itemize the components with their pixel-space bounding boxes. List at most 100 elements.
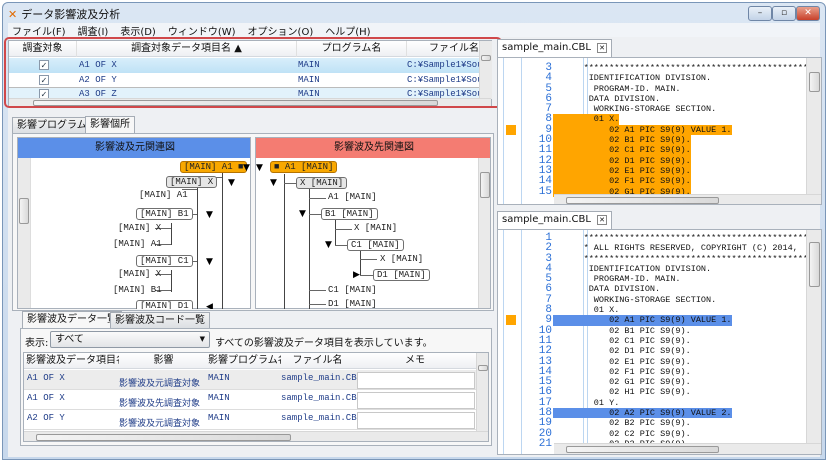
- horizontal-scrollbar[interactable]: [554, 443, 821, 454]
- code-text: 02 A2 PIC S9(9) VALUE 2.: [553, 408, 732, 419]
- code-area[interactable]: 3 **************************************…: [498, 62, 821, 197]
- collapse-icon[interactable]: ▼: [270, 179, 277, 188]
- expand-icon[interactable]: ▶: [353, 271, 360, 280]
- vertical-scrollbar[interactable]: [806, 58, 821, 194]
- memo-input[interactable]: [357, 392, 475, 409]
- vertical-scrollbar[interactable]: [806, 230, 821, 443]
- diagram-leaf[interactable]: A1 [MAIN]: [328, 192, 377, 202]
- horizontal-scrollbar[interactable]: [554, 194, 821, 204]
- tab-impact-data-list[interactable]: 影響波及データ一覧: [22, 311, 122, 328]
- diagram-leaf[interactable]: [MAIN] A1: [113, 239, 162, 249]
- bookmark-marker-icon[interactable]: [506, 124, 516, 135]
- item-name: A1 OF X: [27, 373, 65, 383]
- col-impact-item[interactable]: 影響波及データ項目名: [26, 353, 119, 369]
- chevron-down-icon: ▼: [199, 335, 205, 343]
- collapse-icon[interactable]: ▼: [243, 164, 250, 173]
- code-text: ****************************************…: [553, 233, 822, 243]
- close-button[interactable]: ✕: [796, 6, 820, 21]
- root-node[interactable]: ■ A1 [MAIN]: [270, 161, 338, 173]
- minimize-button[interactable]: –: [748, 6, 772, 21]
- memo-input[interactable]: [357, 372, 475, 389]
- root-node[interactable]: [MAIN] A1 ■: [180, 161, 248, 173]
- code-area[interactable]: 1 **************************************…: [498, 232, 821, 450]
- code-line: 6 DATA DIVISION.: [498, 284, 806, 295]
- code-text: WORKING-STORAGE SECTION.: [553, 104, 717, 115]
- table-row[interactable]: A2 OF Y 影響波及元調査対象 MAIN sample_main.CBL: [24, 410, 476, 430]
- diagram-node[interactable]: [MAIN] C1: [136, 255, 193, 267]
- editor-bottom: 1 **************************************…: [497, 229, 822, 455]
- code-line: 5 PROGRAM-ID. MAIN.: [498, 83, 806, 94]
- col-file[interactable]: ファイル名: [281, 353, 354, 369]
- close-tab-icon[interactable]: ✕: [597, 215, 607, 225]
- diagram-leaf[interactable]: [MAIN] B1: [113, 285, 162, 295]
- col-memo[interactable]: メモ: [354, 353, 476, 369]
- diagram-node[interactable]: [MAIN] X: [166, 176, 218, 188]
- code-text: ****************************************…: [553, 63, 822, 73]
- line-number: 21: [538, 437, 552, 450]
- diagram-node[interactable]: X [MAIN]: [296, 177, 348, 189]
- code-text: 02 A1 PIC S9(9) VALUE 1.: [553, 124, 732, 136]
- callout-highlight: [4, 37, 502, 108]
- diagram-leaf[interactable]: [MAIN] X: [118, 223, 161, 233]
- diagram-node[interactable]: [MAIN] D1: [136, 300, 193, 309]
- horizontal-scrollbar[interactable]: [24, 431, 488, 441]
- tab-impact-programs[interactable]: 影響プログラム: [12, 117, 92, 133]
- memo-input[interactable]: [357, 412, 475, 429]
- code-text: ****************************************…: [553, 253, 822, 264]
- code-text: WORKING-STORAGE SECTION.: [553, 294, 717, 305]
- file-name: sample_main.CBL: [281, 373, 363, 383]
- code-line: 8 01 X.: [498, 304, 806, 315]
- table-row[interactable]: A1 OF X 影響波及先調査対象 MAIN sample_main.CBL: [24, 390, 476, 410]
- code-text: 02 D1 PIC S9(9).: [553, 346, 691, 357]
- menu-help[interactable]: ヘルプ(H): [325, 23, 370, 38]
- vertical-scrollbar[interactable]: [478, 158, 490, 308]
- diagram-leaf[interactable]: X [MAIN]: [380, 254, 423, 264]
- expand-icon[interactable]: ◀: [206, 303, 213, 310]
- menu-options[interactable]: オプション(O): [248, 23, 314, 38]
- editor-tab[interactable]: sample_main.CBL ✕: [497, 39, 612, 57]
- maximize-button[interactable]: ▫: [772, 6, 796, 21]
- code-text: 02 C2 PIC S9(9).: [553, 428, 691, 439]
- menu-window[interactable]: ウィンドウ(W): [168, 23, 236, 38]
- diagram-node[interactable]: C1 [MAIN]: [347, 239, 404, 251]
- collapse-icon[interactable]: ▼: [325, 241, 332, 250]
- menu-file[interactable]: ファイル(F): [12, 23, 66, 38]
- diagram-leaf[interactable]: X [MAIN]: [354, 223, 397, 233]
- col-impact[interactable]: 影響: [119, 353, 208, 369]
- code-text: 01 X.: [553, 114, 620, 125]
- program-name: MAIN: [208, 373, 230, 383]
- diagram-leaf[interactable]: D1 [MAIN]: [328, 299, 377, 309]
- bookmark-marker-icon[interactable]: [506, 315, 516, 326]
- tab-impact-code-list[interactable]: 影響波及コード一覧: [110, 312, 210, 328]
- tab-impact-locations[interactable]: 影響個所: [85, 116, 135, 133]
- diagram-node[interactable]: B1 [MAIN]: [321, 208, 378, 220]
- col-impact-program[interactable]: 影響プログラム名: [208, 353, 281, 369]
- code-line: 8 01 X.: [498, 114, 806, 125]
- collapse-icon[interactable]: ▼: [299, 210, 306, 219]
- diagram-node[interactable]: [MAIN] B1: [136, 208, 193, 220]
- diagram-leaf[interactable]: C1 [MAIN]: [328, 285, 377, 295]
- code-text: DATA DIVISION.: [553, 284, 661, 295]
- code-text: 02 E1 PIC S9(9).: [553, 356, 691, 367]
- code-line: 3 **************************************…: [498, 253, 821, 264]
- diagram-leaf[interactable]: [MAIN] A1: [139, 190, 188, 200]
- code-line: 6 DATA DIVISION.: [498, 93, 806, 104]
- menu-investigate[interactable]: 調査(I): [78, 23, 109, 38]
- editor-top: 3 **************************************…: [497, 57, 822, 205]
- collapse-icon[interactable]: ▼: [206, 258, 213, 267]
- close-tab-icon[interactable]: ✕: [597, 43, 607, 53]
- collapse-icon[interactable]: ▼: [228, 179, 235, 188]
- code-text: 02 A1 PIC S9(9) VALUE 1.: [553, 315, 732, 326]
- code-line: 4 IDENTIFICATION DIVISION.: [498, 263, 806, 274]
- filter-select[interactable]: すべて ▼: [50, 331, 210, 348]
- menu-view[interactable]: 表示(D): [120, 23, 156, 38]
- vertical-scrollbar[interactable]: [476, 353, 488, 431]
- editor-tab-label: sample_main.CBL: [502, 42, 591, 53]
- diagram-node[interactable]: D1 [MAIN]: [373, 269, 430, 281]
- collapse-icon[interactable]: ▼: [256, 164, 263, 173]
- editor-tab[interactable]: sample_main.CBL ✕: [497, 211, 612, 229]
- table-row[interactable]: A1 OF X 影響波及元調査対象 MAIN sample_main.CBL: [24, 370, 476, 390]
- filter-value: すべて: [55, 334, 84, 345]
- collapse-icon[interactable]: ▼: [206, 211, 213, 220]
- diagram-leaf[interactable]: [MAIN] X: [118, 269, 161, 279]
